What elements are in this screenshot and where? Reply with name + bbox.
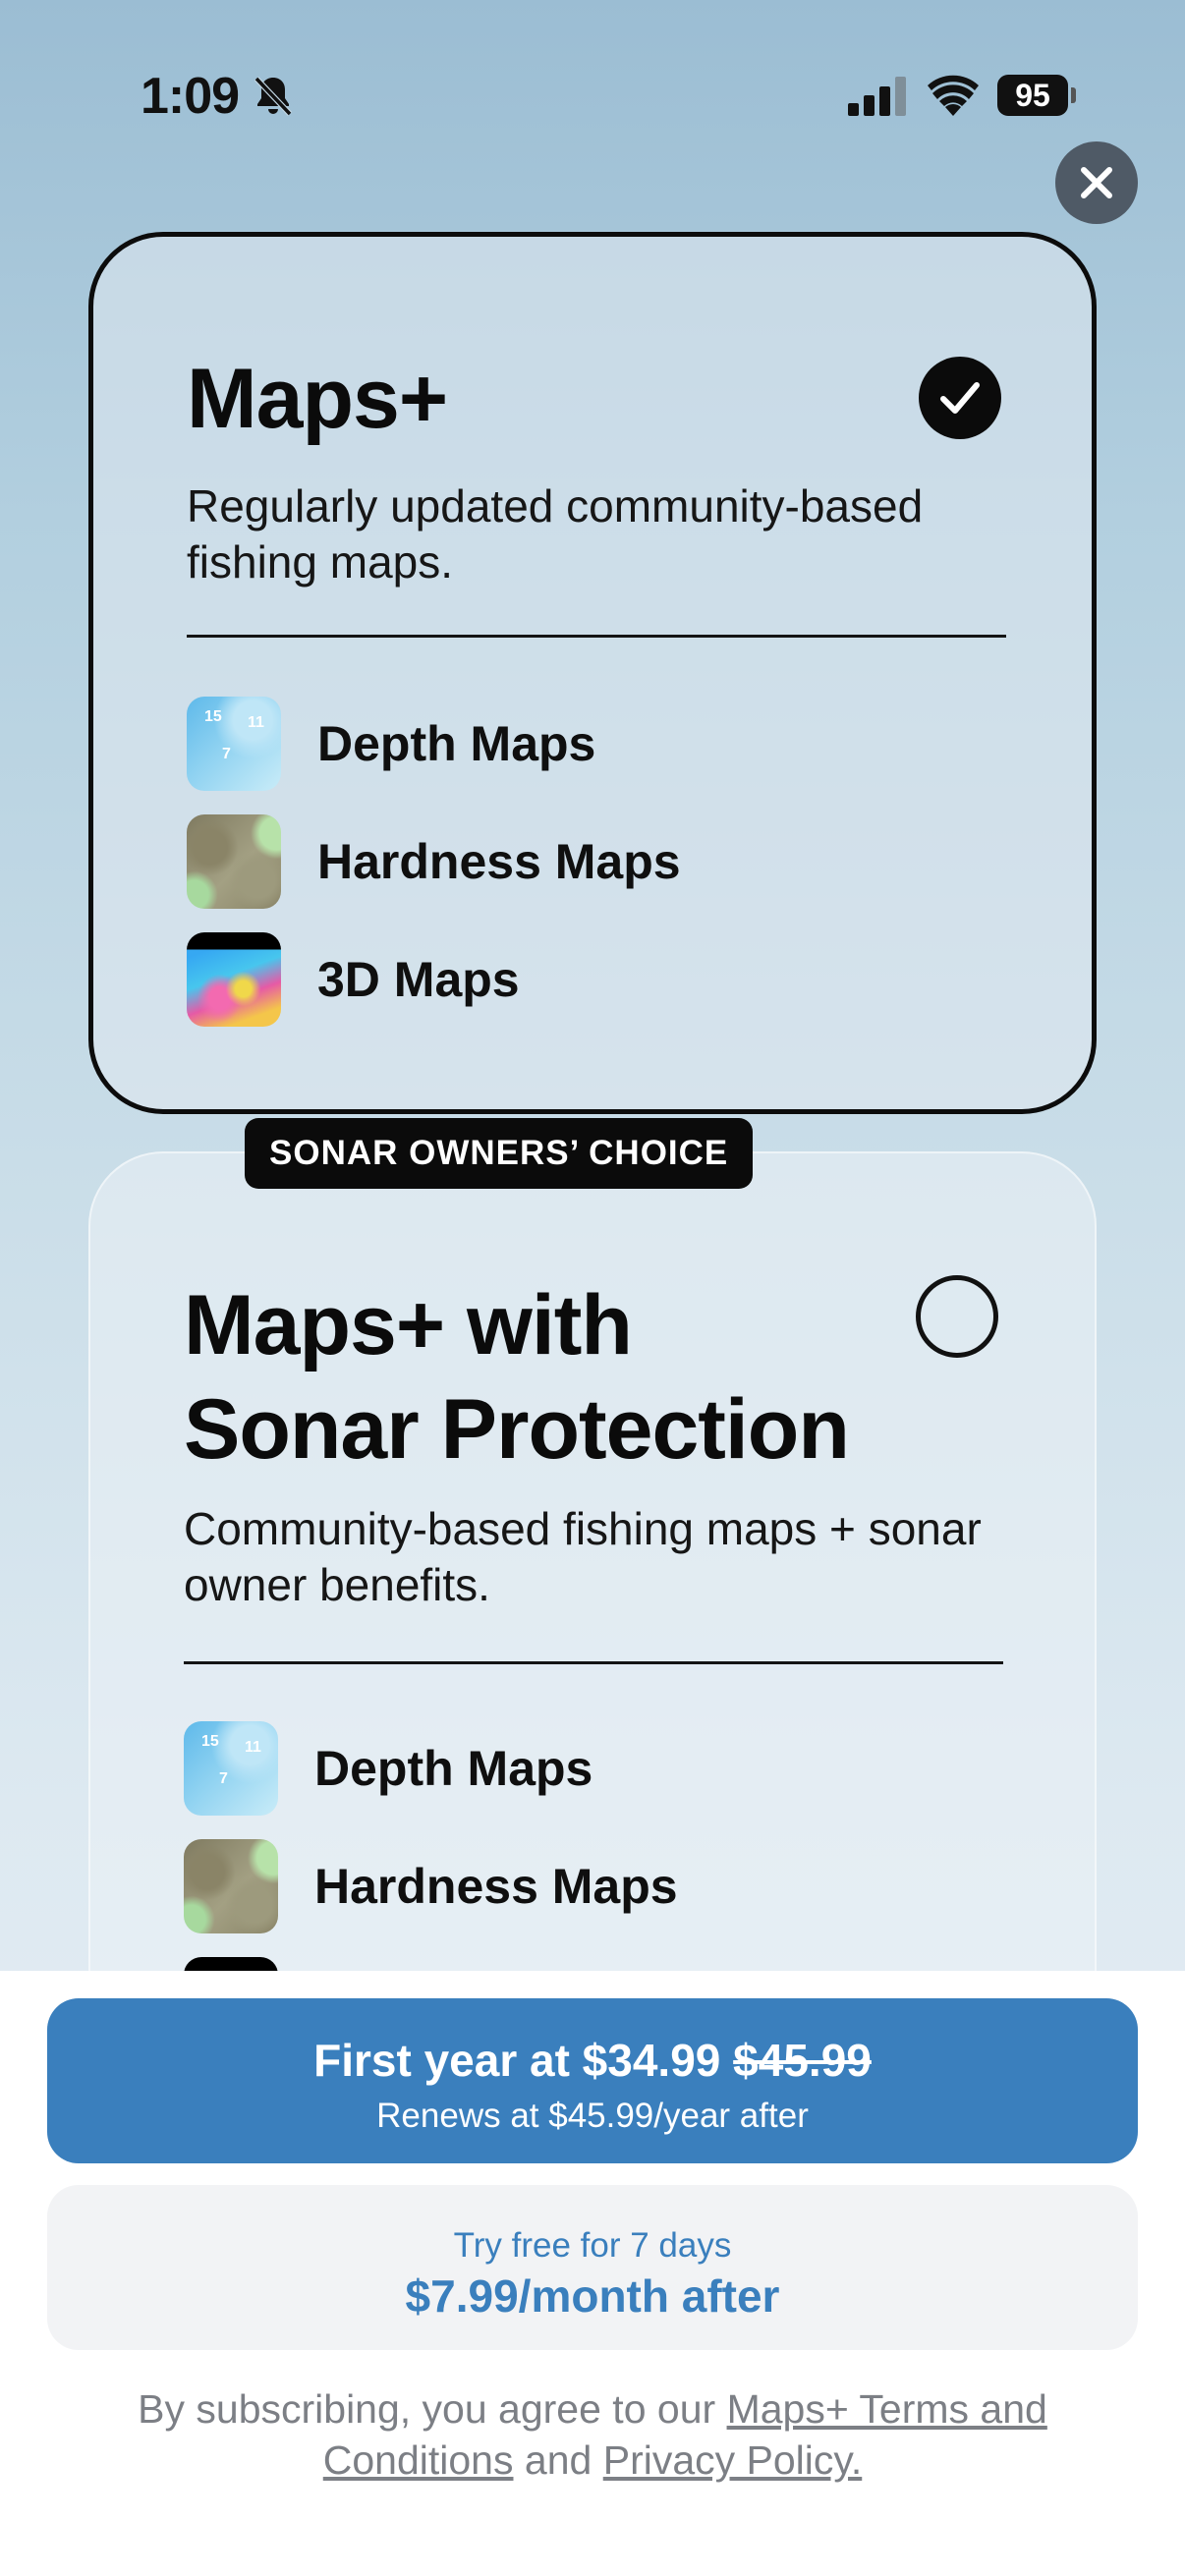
depth-number: 15: [201, 1733, 219, 1750]
legal-and: and: [524, 2437, 592, 2483]
feature-label: 3D Maps: [317, 952, 520, 1007]
feature-depth-maps: 15 11 7 Depth Maps: [187, 697, 595, 791]
bell-slash-icon: [254, 76, 293, 117]
close-button[interactable]: [1055, 141, 1138, 224]
monthly-price-text: $7.99/month after: [405, 2270, 780, 2322]
battery-indicator: 95: [997, 75, 1076, 116]
depth-number: 11: [248, 714, 264, 731]
legal-prefix: By subscribing, you agree to our: [138, 2386, 716, 2432]
plan-title-line2: Sonar Protection: [184, 1382, 850, 1477]
feature-hardness-maps: Hardness Maps: [184, 1839, 678, 1933]
plan-card-maps-plus[interactable]: Maps+ Regularly updated community-based …: [88, 232, 1097, 1114]
privacy-policy-link[interactable]: Privacy Policy.: [603, 2437, 863, 2483]
plan-title-line1: Maps+ with: [184, 1278, 633, 1372]
depth-maps-thumbnail: 15 11 7: [187, 697, 281, 791]
feature-label: Depth Maps: [317, 716, 596, 771]
divider: [187, 635, 1006, 638]
depth-number: 7: [219, 1770, 228, 1787]
trial-text: Try free for 7 days: [453, 2226, 732, 2265]
selected-checkmark-icon[interactable]: [919, 357, 1001, 439]
plan-description: Community-based fishing maps + sonar own…: [184, 1503, 982, 1610]
unselected-radio-icon[interactable]: [916, 1275, 998, 1358]
feature-hardness-maps: Hardness Maps: [187, 814, 681, 909]
close-icon: [1081, 167, 1112, 198]
wifi-icon: [928, 75, 979, 116]
depth-number: 11: [245, 1739, 261, 1756]
battery-nub: [1071, 87, 1076, 103]
renewal-text: Renews at $45.99/year after: [376, 2097, 809, 2135]
feature-depth-maps: 15 11 7 Depth Maps: [184, 1721, 592, 1816]
first-year-purchase-button[interactable]: First year at $34.99 $45.99 Renews at $4…: [47, 1998, 1138, 2163]
plan-description: Regularly updated community-based fishin…: [187, 480, 924, 588]
sonar-owners-choice-badge: SONAR OWNERS’ CHOICE: [245, 1118, 754, 1189]
divider: [184, 1661, 1003, 1664]
primary-button-title: First year at $34.99 $45.99: [47, 2034, 1138, 2087]
status-time: 1:09: [141, 68, 240, 125]
cellular-signal-icon: [848, 77, 906, 116]
checkmark-icon: [940, 382, 980, 414]
original-price-strikethrough: $45.99: [733, 2035, 872, 2086]
feature-label: Hardness Maps: [314, 1859, 678, 1914]
legal-text: By subscribing, you agree to our Maps+ T…: [59, 2383, 1126, 2486]
feature-3d-maps: 3D Maps: [187, 932, 520, 1027]
status-bar: 1:09 95: [0, 0, 1185, 196]
feature-label: Hardness Maps: [317, 834, 681, 889]
hardness-maps-thumbnail: [184, 1839, 278, 1933]
plan-title: Maps+: [187, 352, 448, 446]
purchase-sheet: First year at $34.99 $45.99 Renews at $4…: [0, 1971, 1185, 2576]
hardness-maps-thumbnail: [187, 814, 281, 909]
free-trial-button[interactable]: Try free for 7 days $7.99/month after: [47, 2185, 1138, 2350]
depth-maps-thumbnail: 15 11 7: [184, 1721, 278, 1816]
battery-level: 95: [997, 75, 1068, 116]
depth-number: 15: [204, 708, 222, 725]
feature-label: Depth Maps: [314, 1741, 593, 1796]
intro-price-text: First year at $34.99: [313, 2035, 721, 2086]
3d-maps-thumbnail: [187, 932, 281, 1027]
depth-number: 7: [222, 746, 231, 762]
